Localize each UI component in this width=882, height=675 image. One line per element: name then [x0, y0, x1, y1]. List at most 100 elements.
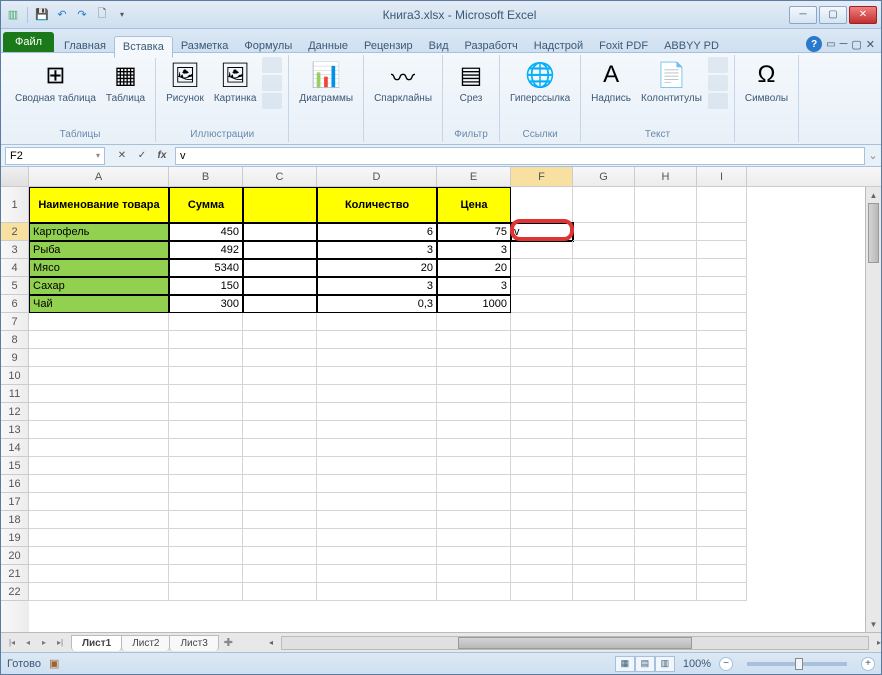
- cell[interactable]: [511, 511, 573, 529]
- cell[interactable]: [29, 439, 169, 457]
- cell[interactable]: [511, 313, 573, 331]
- cell[interactable]: [697, 493, 747, 511]
- cell[interactable]: [635, 223, 697, 241]
- scroll-down-icon[interactable]: ▼: [866, 616, 881, 632]
- row-header-13[interactable]: 13: [1, 421, 29, 439]
- cell[interactable]: [573, 403, 635, 421]
- hscroll-left-icon[interactable]: ◂: [269, 638, 273, 647]
- ribbon-mini-button[interactable]: [262, 75, 282, 91]
- cell[interactable]: [635, 259, 697, 277]
- cell[interactable]: [169, 331, 243, 349]
- cell[interactable]: [29, 529, 169, 547]
- cell[interactable]: [243, 439, 317, 457]
- new-sheet-icon[interactable]: ✚: [218, 636, 239, 649]
- cell[interactable]: [243, 547, 317, 565]
- ribbon-button[interactable]: ⊞Сводная таблица: [11, 57, 100, 106]
- cell[interactable]: [169, 511, 243, 529]
- cell[interactable]: [437, 367, 511, 385]
- cell[interactable]: [437, 493, 511, 511]
- column-header-F[interactable]: F: [511, 167, 573, 186]
- ribbon-button[interactable]: 📊Диаграммы: [295, 57, 357, 106]
- cell-qty[interactable]: 3: [317, 277, 437, 295]
- cell[interactable]: [29, 421, 169, 439]
- page-break-view-button[interactable]: ▥: [655, 656, 675, 672]
- row-header-3[interactable]: 3: [1, 241, 29, 259]
- sheet-nav-next-icon[interactable]: ▸: [37, 636, 51, 650]
- header-cell-c[interactable]: [243, 187, 317, 223]
- cell[interactable]: [635, 475, 697, 493]
- close-button[interactable]: ✕: [849, 6, 877, 24]
- row-header-7[interactable]: 7: [1, 313, 29, 331]
- ribbon-button[interactable]: ▤Срез: [449, 57, 493, 106]
- row-header-16[interactable]: 16: [1, 475, 29, 493]
- cell[interactable]: [511, 565, 573, 583]
- cell[interactable]: [511, 529, 573, 547]
- cell-f[interactable]: [511, 295, 573, 313]
- sheet-tab-Лист2[interactable]: Лист2: [121, 635, 170, 651]
- qat-dropdown-icon[interactable]: ▾: [114, 7, 130, 23]
- cell-sum[interactable]: 300: [169, 295, 243, 313]
- cell[interactable]: [573, 457, 635, 475]
- cell[interactable]: [635, 529, 697, 547]
- cell[interactable]: [697, 187, 747, 223]
- cell[interactable]: [573, 439, 635, 457]
- cell[interactable]: [243, 475, 317, 493]
- doc-restore-icon[interactable]: ▢: [851, 38, 861, 51]
- ribbon-button[interactable]: 🖼Рисунок: [162, 57, 208, 106]
- cell[interactable]: [511, 349, 573, 367]
- cell[interactable]: [697, 277, 747, 295]
- name-box-dropdown-icon[interactable]: ▾: [96, 151, 100, 160]
- cell[interactable]: [697, 349, 747, 367]
- row-header-4[interactable]: 4: [1, 259, 29, 277]
- cell[interactable]: [697, 547, 747, 565]
- cell[interactable]: [697, 367, 747, 385]
- cell[interactable]: [573, 313, 635, 331]
- cell[interactable]: [169, 421, 243, 439]
- row-header-9[interactable]: 9: [1, 349, 29, 367]
- row-header-18[interactable]: 18: [1, 511, 29, 529]
- cell[interactable]: [317, 313, 437, 331]
- row-header-17[interactable]: 17: [1, 493, 29, 511]
- header-cell-name[interactable]: Наименование товара: [29, 187, 169, 223]
- ribbon-mini-button[interactable]: [262, 57, 282, 73]
- cell[interactable]: [317, 439, 437, 457]
- cell[interactable]: [437, 439, 511, 457]
- sheet-nav-last-icon[interactable]: ▸|: [53, 636, 67, 650]
- cell[interactable]: [635, 511, 697, 529]
- cell-f[interactable]: [511, 259, 573, 277]
- cell[interactable]: [635, 241, 697, 259]
- cell[interactable]: [697, 313, 747, 331]
- cell[interactable]: [573, 349, 635, 367]
- cell[interactable]: [635, 583, 697, 601]
- cell[interactable]: [29, 349, 169, 367]
- cell[interactable]: [573, 295, 635, 313]
- cell[interactable]: [317, 349, 437, 367]
- cell-name[interactable]: Сахар: [29, 277, 169, 295]
- sheet-tab-Лист3[interactable]: Лист3: [169, 635, 218, 651]
- ribbon-button[interactable]: AНадпись: [587, 57, 635, 106]
- cell[interactable]: [243, 529, 317, 547]
- cell-name[interactable]: Картофель: [29, 223, 169, 241]
- cell[interactable]: [573, 187, 635, 223]
- cell[interactable]: [317, 565, 437, 583]
- ribbon-mini-button[interactable]: [708, 93, 728, 109]
- vertical-scroll-thumb[interactable]: [868, 203, 879, 263]
- cell[interactable]: [511, 583, 573, 601]
- redo-icon[interactable]: ↷: [74, 7, 90, 23]
- cell[interactable]: [243, 493, 317, 511]
- cell[interactable]: [169, 529, 243, 547]
- cell[interactable]: [635, 349, 697, 367]
- sheet-nav-first-icon[interactable]: |◂: [5, 636, 19, 650]
- cell[interactable]: [573, 331, 635, 349]
- cell[interactable]: [573, 493, 635, 511]
- cell[interactable]: [697, 259, 747, 277]
- select-all-corner[interactable]: [1, 167, 29, 186]
- row-header-5[interactable]: 5: [1, 277, 29, 295]
- print-preview-icon[interactable]: 🗋: [94, 7, 110, 23]
- cell[interactable]: [573, 421, 635, 439]
- cell[interactable]: [243, 385, 317, 403]
- accept-formula-icon[interactable]: ✓: [133, 147, 151, 165]
- cell[interactable]: [635, 493, 697, 511]
- header-cell-price[interactable]: Цена: [437, 187, 511, 223]
- expand-formula-bar-icon[interactable]: ⌄: [865, 149, 881, 162]
